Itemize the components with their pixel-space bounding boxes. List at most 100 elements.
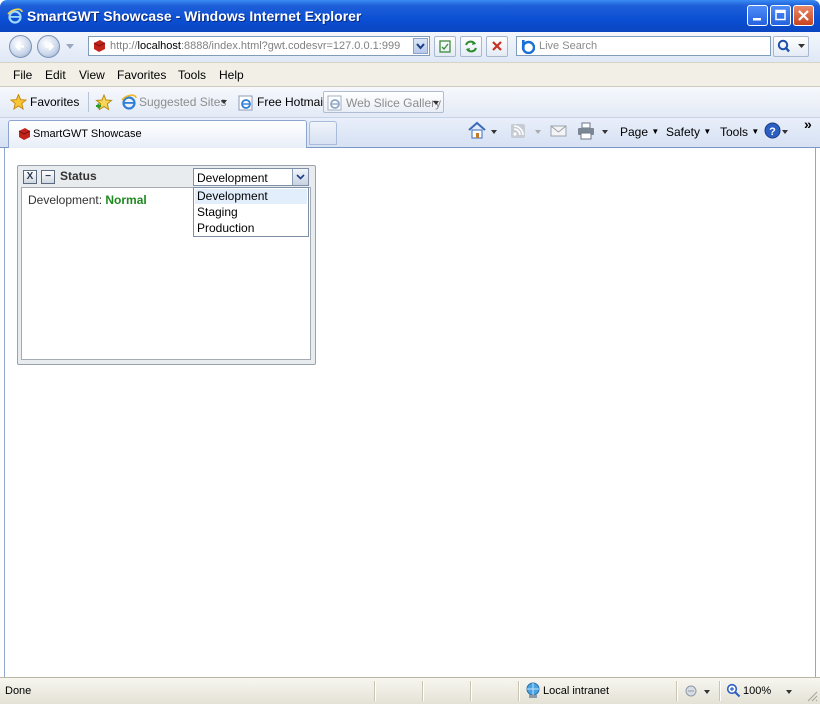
stop-button[interactable] [486,36,508,57]
address-dropdown-button[interactable] [413,38,428,54]
tools-menu-caret-icon: ▼ [751,127,760,136]
help-icon[interactable]: ? [764,122,781,139]
statusbar-separator [518,681,520,701]
search-box[interactable]: Live Search [516,36,771,56]
url-prefix: http:// [110,40,138,52]
close-icon [798,10,809,21]
portlet-minimize-button[interactable]: − [41,170,55,184]
address-bar[interactable]: http://localhost:8888/index.html?gwt.cod… [88,36,430,56]
url-host: localhost [137,40,181,52]
web-slice-page-icon [327,95,342,111]
feeds-icon[interactable] [510,123,526,139]
environment-select-value: Development [197,171,268,185]
status-text: Done [5,685,32,697]
page-menu-caret-icon: ▼ [651,127,660,136]
favorites-button[interactable]: Favorites [30,95,79,109]
resize-grip-icon[interactable] [806,690,818,702]
home-dropdown-icon[interactable] [491,130,498,135]
close-window-button[interactable] [793,5,814,26]
status-line: Development: Normal [28,193,147,207]
option-staging[interactable]: Staging [195,205,307,220]
environment-select-dropdown-button[interactable] [292,169,308,185]
back-button[interactable] [9,35,32,58]
svg-text:?: ? [769,126,776,138]
web-slice-gallery-button[interactable]: Web Slice Gallery [323,91,444,113]
tab-row: SmartGWT Showcase Page ▼ Safety ▼ Tools … [0,116,820,148]
portlet-close-button[interactable]: X [23,170,37,184]
option-production[interactable]: Production [195,221,307,236]
protected-mode-icon[interactable] [684,684,700,699]
hotmail-page-icon [238,95,253,111]
zoom-dropdown-icon[interactable] [786,690,793,695]
option-development[interactable]: Development [195,189,307,204]
home-icon[interactable] [467,121,487,139]
back-arrow-icon [14,42,24,51]
menu-edit[interactable]: Edit [45,68,66,82]
url-rest: :8888/index.html?gwt.codesvr=127.0.0.1:9… [180,40,401,52]
status-bar: Done Local intranet 100% [0,677,820,704]
environment-select[interactable]: Development [193,168,309,186]
minimize-window-button[interactable] [747,5,768,26]
smartgwt-tab-favicon-icon [18,128,31,140]
add-to-favorites-bar-icon[interactable] [95,94,113,111]
safety-menu-label: Safety [666,125,701,139]
ie-page-icon [121,94,137,110]
status-value: Normal [105,193,147,207]
read-mail-icon[interactable] [550,124,567,138]
smartgwt-favicon-icon [93,40,106,52]
protected-mode-dropdown-icon[interactable] [704,690,711,695]
commandbar-overflow-chevron[interactable]: » [804,116,812,132]
zoom-icon[interactable] [726,683,741,698]
maximize-window-button[interactable] [770,5,791,26]
free-hotmail-link[interactable]: Free Hotmail [257,95,326,109]
statusbar-separator [676,681,678,701]
compatibility-view-button[interactable] [434,36,456,57]
forward-button[interactable] [37,35,60,58]
history-dropdown-icon[interactable] [66,44,75,50]
security-zone-label[interactable]: Local intranet [543,685,609,697]
title-bar[interactable]: SmartGWT Showcase - Windows Internet Exp… [0,0,820,32]
statusbar-separator [374,681,376,701]
safety-menu-caret-icon: ▼ [703,127,712,136]
page-menu-button[interactable]: Page ▼ [620,125,659,139]
tab-label: SmartGWT Showcase [33,128,142,140]
tools-menu-button[interactable]: Tools ▼ [720,125,759,139]
maximize-icon [775,9,786,21]
print-dropdown-icon[interactable] [602,130,609,135]
web-slice-gallery-label: Web Slice Gallery [346,96,442,110]
statusbar-separator [470,681,472,701]
local-intranet-icon [526,682,540,698]
refresh-button[interactable] [460,36,482,57]
search-input[interactable]: Live Search [539,40,597,52]
print-icon[interactable] [577,122,595,140]
menu-bar: File Edit View Favorites Tools Help [0,62,820,87]
feeds-dropdown-icon[interactable] [535,130,542,135]
help-dropdown-icon[interactable] [782,130,789,135]
suggested-sites-dropdown-icon[interactable] [221,100,228,105]
new-tab-button[interactable] [309,121,337,145]
menu-view[interactable]: View [79,68,105,82]
search-options-dropdown-icon[interactable] [798,44,806,49]
menu-tools[interactable]: Tools [178,68,206,82]
forward-arrow-icon [45,42,55,51]
minimize-icon [753,18,761,21]
compatibility-view-icon [439,40,451,53]
favorites-bar: Favorites Suggested Sites Free Hotmail W… [0,87,820,118]
zoom-level[interactable]: 100% [743,685,771,697]
tab-smartgwt-showcase[interactable]: SmartGWT Showcase [8,120,307,148]
address-toolbar: http://localhost:8888/index.html?gwt.cod… [0,32,820,62]
magnifier-icon [777,39,790,53]
address-url[interactable]: http://localhost:8888/index.html?gwt.cod… [110,40,410,52]
ie-logo-icon [7,8,23,24]
suggested-sites-link[interactable]: Suggested Sites [139,95,226,109]
environment-picklist: Development Staging Production [193,187,309,237]
menu-file[interactable]: File [13,68,32,82]
favorites-separator [88,92,89,112]
menu-favorites[interactable]: Favorites [117,68,166,82]
chevron-down-icon [296,174,305,180]
search-button[interactable] [773,36,809,57]
live-search-icon [521,40,535,54]
chevron-down-icon [416,43,425,50]
safety-menu-button[interactable]: Safety ▼ [666,125,711,139]
menu-help[interactable]: Help [219,68,244,82]
